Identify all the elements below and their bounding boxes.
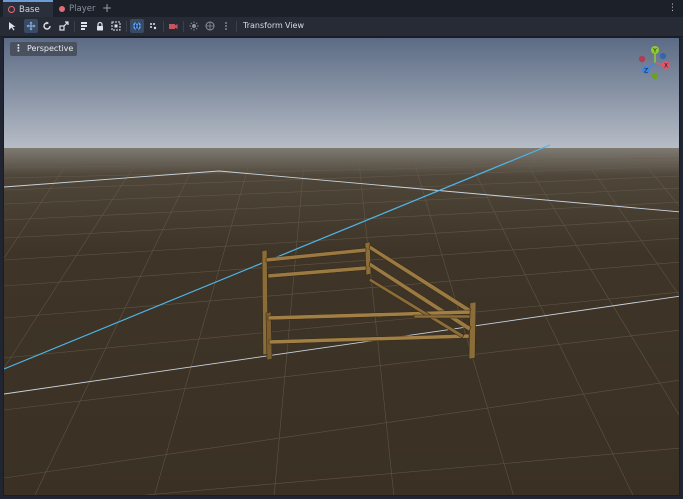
perspective-label: Perspective: [27, 44, 74, 53]
neg-x-axis-handle[interactable]: [638, 55, 646, 63]
lock-button[interactable]: [93, 19, 107, 33]
move-tool-button[interactable]: [24, 19, 38, 33]
editor-window: Base Player + ⋮ Transform View ⋮ Perspec…: [0, 0, 683, 499]
tab-label: Player: [69, 3, 96, 14]
scale-icon: [59, 21, 69, 31]
group-icon: [111, 21, 121, 31]
ground-plane: [4, 148, 679, 495]
viewport-toolbar: Transform View: [0, 17, 683, 37]
local-space-button[interactable]: [130, 19, 144, 33]
environment-menu-button[interactable]: [219, 19, 233, 33]
camera-icon: [169, 24, 178, 29]
tab-label: Base: [19, 4, 40, 15]
lock-icon: [97, 21, 103, 31]
move-icon: [26, 21, 36, 31]
cursor-icon: [9, 22, 16, 31]
toolbar-separator: [163, 21, 164, 32]
toolbar-separator: [74, 21, 75, 32]
scene-tab-bar: Base Player + ⋮: [0, 0, 683, 18]
tab-base[interactable]: Base: [3, 0, 53, 17]
list-select-button[interactable]: [77, 19, 91, 33]
viewport-scene[interactable]: [4, 38, 680, 496]
snap-button[interactable]: [146, 19, 160, 33]
3d-viewport[interactable]: ⋮ Perspective Y X Z: [3, 37, 680, 496]
tab-player[interactable]: Player: [56, 0, 104, 17]
globe-icon: [133, 21, 141, 31]
environment-icon: [205, 21, 215, 31]
rotate-icon: [43, 21, 51, 30]
scene-ring-icon: [8, 6, 15, 13]
view-menu[interactable]: View: [285, 19, 304, 33]
tab-menu-button[interactable]: ⋮: [666, 2, 679, 15]
scene-dot-icon: [59, 5, 65, 12]
rotate-tool-button[interactable]: [40, 19, 54, 33]
add-tab-button[interactable]: +: [101, 1, 113, 16]
toolbar-separator: [183, 21, 184, 32]
kebab-icon: [225, 22, 227, 30]
transform-menu[interactable]: Transform: [243, 19, 283, 33]
group-button[interactable]: [109, 19, 123, 33]
sky: [4, 38, 679, 148]
perspective-menu-button[interactable]: ⋮ Perspective: [10, 42, 78, 56]
select-tool-button[interactable]: [5, 19, 19, 33]
view-orientation-gizmo[interactable]: Y X Z: [637, 43, 673, 83]
kebab-icon: ⋮: [14, 44, 23, 54]
x-axis-label: X: [664, 63, 668, 70]
list-icon: [81, 22, 87, 30]
toggle-sun-button[interactable]: [187, 19, 201, 33]
neg-z-axis-handle[interactable]: [659, 52, 667, 60]
preview-camera-button[interactable]: [166, 19, 180, 33]
neg-y-axis-handle[interactable]: [651, 72, 659, 80]
toolbar-separator: [126, 21, 127, 32]
magnet-icon: [150, 23, 157, 30]
z-axis-label: Z: [644, 68, 648, 75]
toolbar-separator: [236, 21, 237, 32]
y-axis-label: Y: [652, 48, 657, 55]
toggle-environment-button[interactable]: [203, 19, 217, 33]
sun-icon: [189, 21, 199, 31]
scale-tool-button[interactable]: [57, 19, 71, 33]
